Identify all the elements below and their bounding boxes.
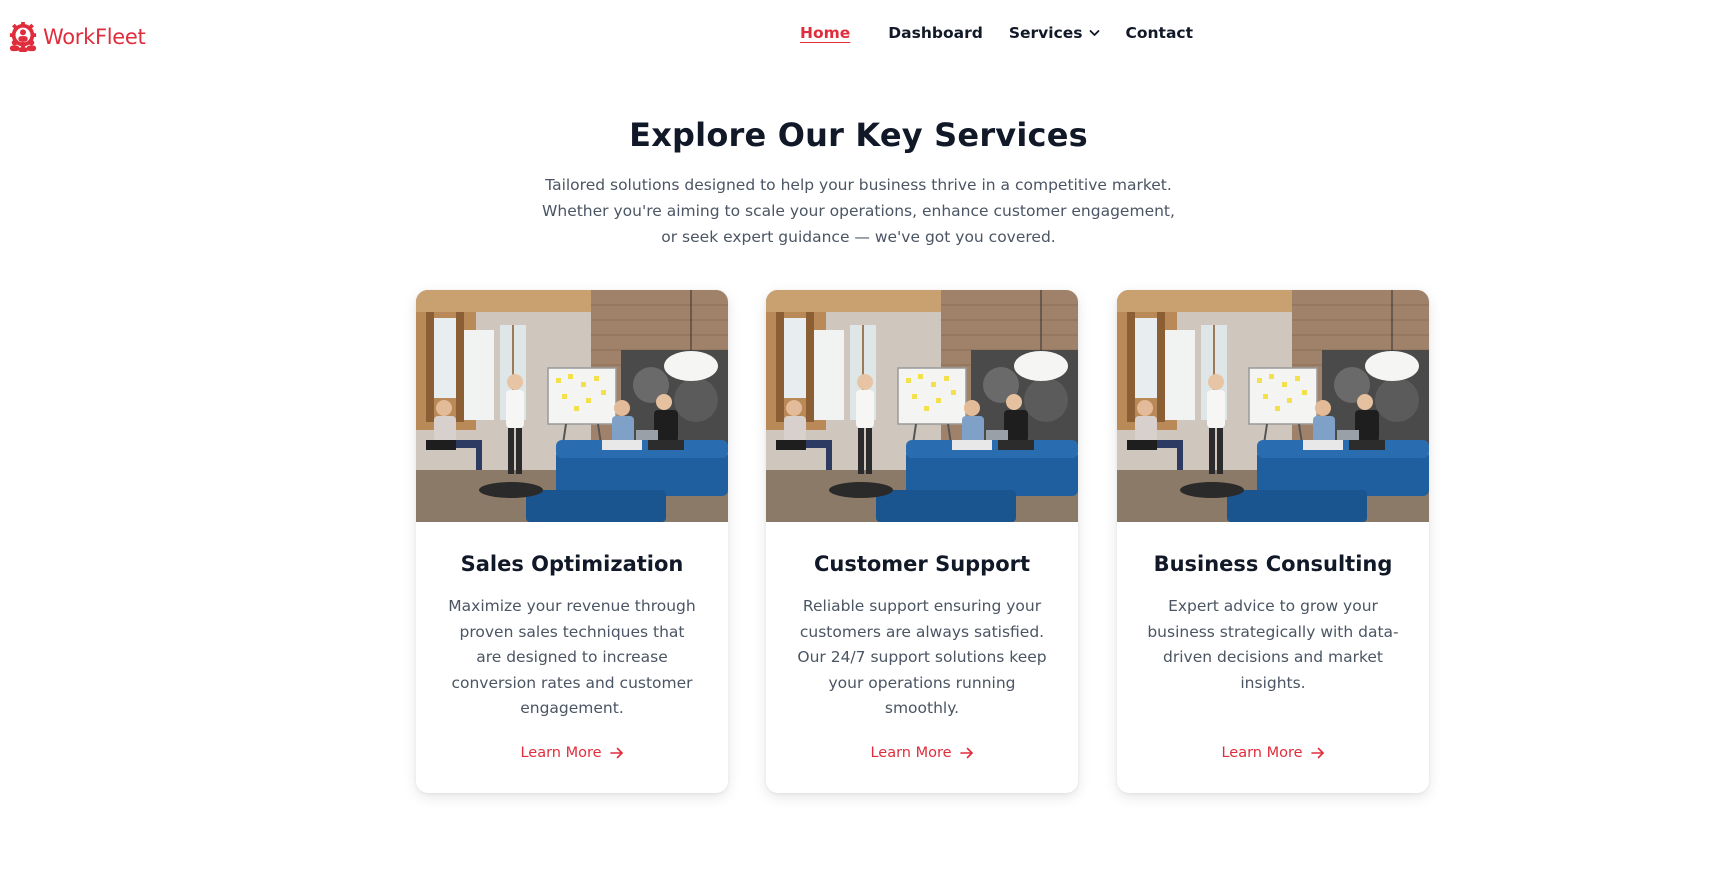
team-meeting-office-photo: [1117, 290, 1429, 522]
nav-link-dashboard[interactable]: Dashboard: [888, 24, 983, 42]
learn-more-label: Learn More: [870, 745, 952, 761]
service-card-sales-optimization: Sales Optimization Maximize your revenue…: [416, 290, 728, 793]
card-title: Customer Support: [813, 552, 1031, 576]
card-description: Reliable support ensuring your customers…: [797, 597, 1047, 717]
team-meeting-office-photo: [416, 290, 728, 522]
site-header: WorkFleet Home Dashboard Services Contac…: [0, 0, 1717, 72]
learn-more-label: Learn More: [1221, 745, 1303, 761]
main-nav: Home Dashboard Services Contact: [800, 24, 1219, 42]
arrow-right-icon: [609, 747, 623, 759]
card-description: Maximize your revenue through proven sal…: [448, 597, 696, 717]
learn-more-link[interactable]: Learn More: [766, 745, 1078, 761]
card-title: Business Consulting: [1153, 552, 1393, 576]
team-meeting-office-photo: [766, 290, 1078, 522]
section-subtitle: Tailored solutions designed to help your…: [542, 176, 1175, 246]
brand-name: WorkFleet: [43, 25, 146, 49]
service-card-business-consulting: Business Consulting Expert advice to gro…: [1117, 290, 1429, 793]
nav-link-home[interactable]: Home: [800, 24, 850, 42]
section-title: Explore Our Key Services: [629, 116, 1088, 154]
nav-link-contact[interactable]: Contact: [1126, 24, 1194, 42]
arrow-right-icon: [959, 747, 973, 759]
card-description: Expert advice to grow your business stra…: [1147, 597, 1399, 692]
arrow-right-icon: [1310, 747, 1324, 759]
learn-more-label: Learn More: [520, 745, 602, 761]
service-card-customer-support: Customer Support Reliable support ensuri…: [766, 290, 1078, 793]
card-title: Sales Optimization: [460, 552, 684, 576]
brand-logo[interactable]: WorkFleet: [6, 22, 146, 52]
nav-services-dropdown[interactable]: Services: [1009, 24, 1100, 42]
learn-more-link[interactable]: Learn More: [1117, 745, 1429, 761]
nav-link-services[interactable]: Services: [1009, 24, 1083, 42]
learn-more-link[interactable]: Learn More: [416, 745, 728, 761]
team-people-icon: [6, 22, 40, 52]
services-intro: Explore Our Key Services Tailored soluti…: [0, 116, 1717, 250]
chevron-down-icon: [1089, 30, 1099, 36]
